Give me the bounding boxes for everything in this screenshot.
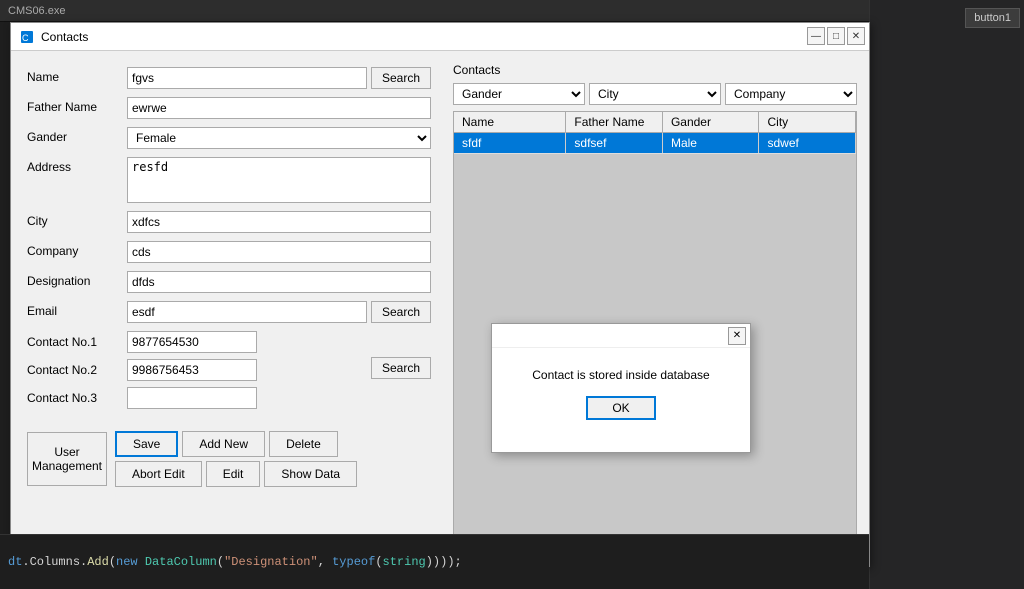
- cell-city: sdwef: [759, 133, 856, 153]
- address-input[interactable]: resfd: [127, 157, 431, 203]
- close-button[interactable]: ✕: [847, 27, 865, 45]
- code-line-1: dt.Columns.Add(new DataColumn("Designati…: [8, 553, 861, 571]
- city-label: City: [27, 211, 127, 228]
- company-filter-select[interactable]: Company cds: [725, 83, 857, 105]
- contacts-panel: Contacts Gander Male Female City xdfcs C…: [449, 59, 861, 558]
- cell-name: sfdf: [454, 133, 566, 153]
- col-gander: Gander: [663, 112, 760, 132]
- name-input[interactable]: [127, 67, 367, 89]
- modal-titlebar: ✕: [492, 324, 750, 348]
- app-title: CMS06.exe: [8, 5, 65, 17]
- modal-message: Contact is stored inside database: [532, 368, 709, 382]
- name-label: Name: [27, 67, 127, 84]
- gander-filter-select[interactable]: Gander Male Female: [453, 83, 585, 105]
- save-button[interactable]: Save: [115, 431, 178, 457]
- window-titlebar: C Contacts — □ ✕: [11, 23, 869, 51]
- svg-text:C: C: [22, 33, 29, 43]
- col-father-name: Father Name: [566, 112, 663, 132]
- email-label: Email: [27, 301, 127, 318]
- button-row-1a: Save Add New Delete: [115, 431, 357, 457]
- contacts-window: C Contacts — □ ✕ Name Search Father Name: [10, 22, 870, 567]
- designation-input[interactable]: [127, 271, 431, 293]
- bottom-code-area: dt.Columns.Add(new DataColumn("Designati…: [0, 534, 869, 589]
- add-new-button[interactable]: Add New: [182, 431, 265, 457]
- email-input[interactable]: [127, 301, 367, 323]
- contact-no2-label: Contact No.2: [27, 363, 127, 377]
- gander-select[interactable]: Female Male Other: [127, 127, 431, 149]
- window-title: Contacts: [41, 30, 88, 44]
- button-row-1b: Abort Edit Edit Show Data: [115, 461, 357, 487]
- button-row-1: UserManagement Save Add New Delete Abort…: [27, 431, 431, 487]
- abort-edit-button[interactable]: Abort Edit: [115, 461, 202, 487]
- filter-row: Gander Male Female City xdfcs Company cd…: [453, 83, 857, 105]
- city-row: City: [27, 211, 431, 233]
- col-name: Name: [454, 112, 566, 132]
- designation-row: Designation: [27, 271, 431, 293]
- ok-button[interactable]: OK: [586, 396, 656, 420]
- address-label: Address: [27, 157, 127, 174]
- search-button-contact[interactable]: Search: [371, 357, 431, 379]
- father-name-input[interactable]: [127, 97, 431, 119]
- window-content: Name Search Father Name Gander Female Ma…: [11, 51, 869, 566]
- restore-button[interactable]: □: [827, 27, 845, 45]
- name-row: Name Search: [27, 67, 431, 89]
- search-button-name[interactable]: Search: [371, 67, 431, 89]
- form-panel: Name Search Father Name Gander Female Ma…: [19, 59, 439, 558]
- sidebar-button1[interactable]: button1: [965, 8, 1020, 28]
- father-name-row: Father Name: [27, 97, 431, 119]
- delete-button[interactable]: Delete: [269, 431, 338, 457]
- table-row[interactable]: sfdf sdfsef Male sdwef: [454, 133, 856, 154]
- col-city: City: [759, 112, 856, 132]
- window-controls: — □ ✕: [807, 27, 865, 45]
- contact-no1-row: Contact No.1: [27, 331, 363, 353]
- gander-label: Gander: [27, 127, 127, 144]
- modal-close-button[interactable]: ✕: [728, 327, 746, 345]
- gander-row: Gander Female Male Other: [27, 127, 431, 149]
- grid-header: Name Father Name Gander City: [454, 112, 856, 133]
- contact-no1-label: Contact No.1: [27, 335, 127, 349]
- edit-button[interactable]: Edit: [206, 461, 261, 487]
- company-input[interactable]: [127, 241, 431, 263]
- address-row: Address resfd: [27, 157, 431, 203]
- right-sidebar: button1: [869, 0, 1024, 589]
- city-input[interactable]: [127, 211, 431, 233]
- search-button-email[interactable]: Search: [371, 301, 431, 323]
- designation-label: Designation: [27, 271, 127, 288]
- contact-no3-label: Contact No.3: [27, 391, 127, 405]
- button-area: UserManagement Save Add New Delete Abort…: [27, 431, 431, 487]
- contact-no2-input[interactable]: [127, 359, 257, 381]
- contact-no3-input[interactable]: [127, 387, 257, 409]
- company-label: Company: [27, 241, 127, 258]
- contact-no3-row: Contact No.3: [27, 387, 363, 409]
- modal-dialog: ✕ Contact is stored inside database OK: [491, 323, 751, 453]
- city-filter-select[interactable]: City xdfcs: [589, 83, 721, 105]
- cell-father-name: sdfsef: [566, 133, 663, 153]
- company-row: Company: [27, 241, 431, 263]
- contacts-window-icon: C: [19, 29, 35, 45]
- modal-body: Contact is stored inside database: [492, 348, 750, 392]
- contact-no2-row: Contact No.2: [27, 359, 363, 381]
- contacts-panel-title: Contacts: [453, 63, 857, 77]
- show-data-button[interactable]: Show Data: [264, 461, 357, 487]
- contact-numbers-group: Contact No.1 Contact No.2 Contact No.3: [27, 331, 363, 415]
- cell-gander: Male: [663, 133, 760, 153]
- email-row: Email Search: [27, 301, 431, 323]
- minimize-button[interactable]: —: [807, 27, 825, 45]
- user-management-button[interactable]: UserManagement: [27, 432, 107, 486]
- father-name-label: Father Name: [27, 97, 127, 114]
- contact-no1-input[interactable]: [127, 331, 257, 353]
- modal-footer: OK: [492, 392, 750, 424]
